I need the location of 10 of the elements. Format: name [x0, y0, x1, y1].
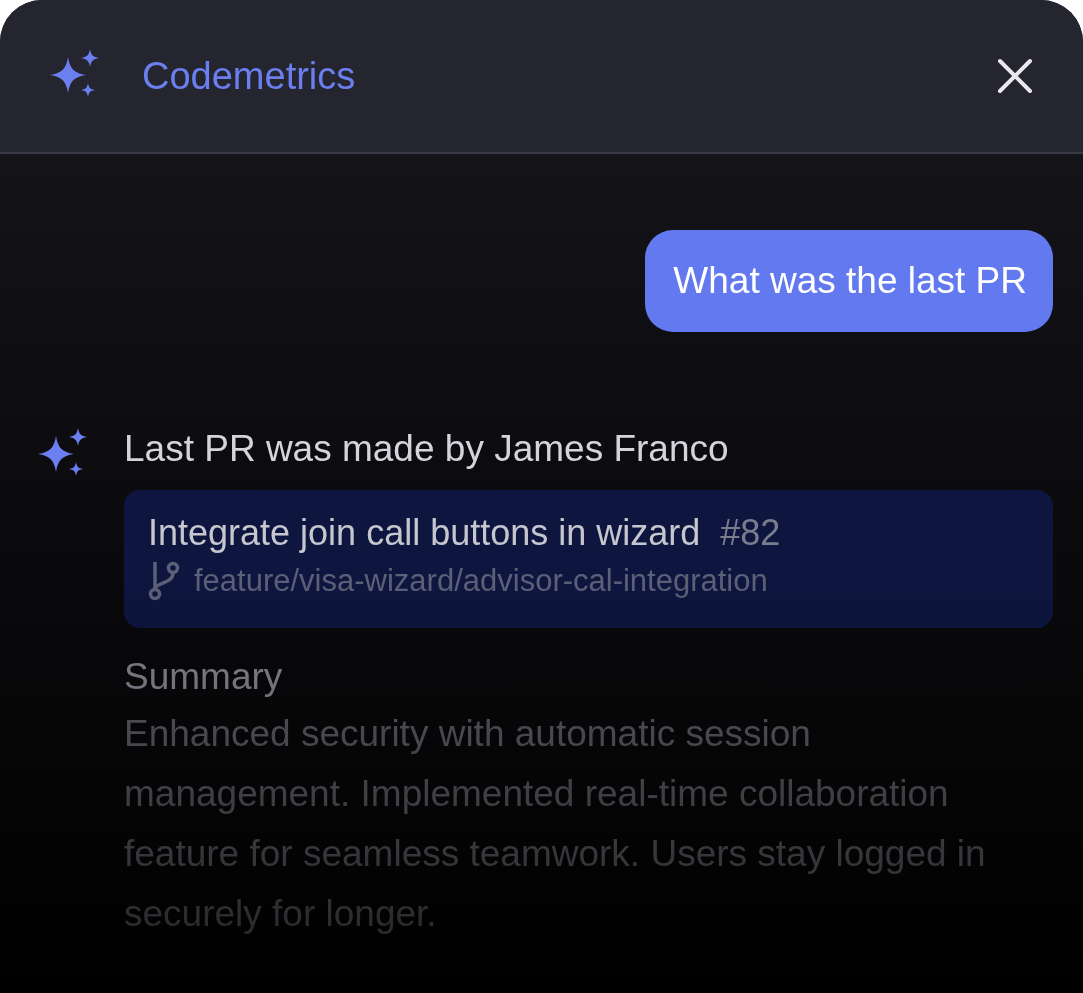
- close-icon[interactable]: [997, 58, 1033, 94]
- summary-heading: Summary: [124, 655, 284, 699]
- user-message: What was the last PR: [645, 230, 1053, 332]
- pr-title: Integrate join call buttons in wizard: [148, 512, 701, 554]
- assistant-message: Last PR was made by James Franco: [124, 427, 730, 471]
- branch-name: feature/visa-wizard/advisor-cal-integration: [194, 563, 768, 599]
- pull-request-card[interactable]: Integrate join call buttons in wizard #82 feature/visa-wizard/advisor-cal-integration: [124, 490, 1053, 628]
- pr-number: #82: [720, 512, 781, 554]
- branch-icon: [148, 560, 180, 602]
- app-title: Codemetrics: [142, 54, 357, 98]
